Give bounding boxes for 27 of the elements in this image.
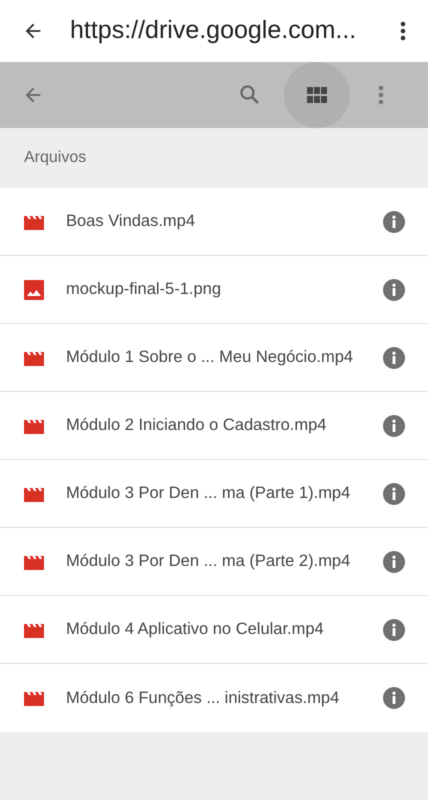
video-file-icon <box>24 690 44 706</box>
file-name[interactable]: Módulo 2 Iniciando o Cadastro.mp4 <box>66 413 326 438</box>
info-icon[interactable] <box>383 278 405 300</box>
info-icon[interactable] <box>383 550 405 572</box>
file-name[interactable]: Boas Vindas.mp4 <box>66 209 196 234</box>
video-file-icon <box>24 486 44 502</box>
file-name[interactable]: Módulo 6 Funções ... inistrativas.mp4 <box>66 686 340 710</box>
info-icon[interactable] <box>383 482 405 504</box>
file-name[interactable]: Módulo 1 Sobre o ... Meu Negócio.mp4 <box>66 345 354 370</box>
info-icon[interactable] <box>383 210 405 232</box>
file-name[interactable]: Módulo 3 Por Den ... ma (Parte 1).mp4 <box>66 481 350 506</box>
video-file-icon <box>24 418 44 434</box>
info-icon[interactable] <box>383 346 405 368</box>
more-options-icon[interactable] <box>400 21 406 41</box>
video-file-icon <box>24 554 44 570</box>
video-file-icon <box>24 622 44 638</box>
file-name[interactable]: Módulo 4 Aplicativo no Celular.mp4 <box>66 617 324 642</box>
info-icon[interactable] <box>383 618 405 640</box>
file-name[interactable]: mockup-final-5-1.png <box>66 277 221 302</box>
info-icon[interactable] <box>383 414 405 436</box>
file-name[interactable]: Módulo 3 Por Den ... ma (Parte 2).mp4 <box>66 549 350 574</box>
grid-icon <box>307 87 327 103</box>
video-file-icon <box>24 350 44 366</box>
info-icon[interactable] <box>383 687 405 709</box>
video-file-icon <box>24 214 44 230</box>
section-header: Arquivos <box>24 148 86 168</box>
image-file-icon <box>24 280 44 300</box>
